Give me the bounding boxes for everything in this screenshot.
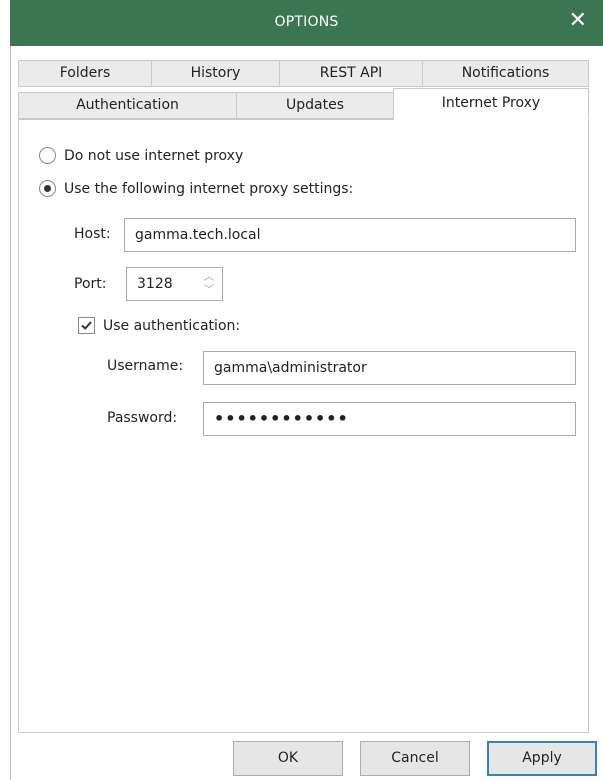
radio-use-proxy-label: Use the following internet proxy setting… [64, 180, 354, 197]
dialog-titlebar: OPTIONS ✕ [10, 0, 603, 46]
port-label: Port: [74, 276, 107, 292]
tab-internet-proxy[interactable]: Internet Proxy [393, 88, 589, 120]
check-icon [81, 321, 92, 330]
use-authentication-checkbox[interactable]: Use authentication: [78, 317, 240, 334]
radio-no-proxy-indicator[interactable] [39, 147, 56, 164]
tab-label: REST API [319, 65, 383, 81]
tab-history[interactable]: History [151, 60, 280, 87]
radio-use-proxy-indicator[interactable] [39, 180, 56, 197]
tab-authentication[interactable]: Authentication [18, 92, 237, 119]
apply-button[interactable]: Apply [487, 741, 597, 776]
tab-rest-api[interactable]: REST API [279, 60, 423, 87]
use-authentication-label: Use authentication: [103, 317, 241, 334]
tab-updates[interactable]: Updates [236, 92, 394, 119]
tab-folders[interactable]: Folders [18, 60, 152, 87]
username-input[interactable] [203, 351, 576, 385]
tab-label: Notifications [461, 65, 550, 81]
tab-notifications[interactable]: Notifications [422, 60, 589, 87]
chevron-up-icon[interactable]: ︿ [200, 271, 218, 284]
radio-no-proxy[interactable]: Do not use internet proxy [39, 147, 243, 164]
dialog-title: OPTIONS [274, 14, 339, 30]
chevron-down-icon[interactable]: ﹀ [200, 284, 218, 297]
password-label: Password: [107, 410, 178, 426]
username-label: Username: [107, 358, 184, 374]
cancel-button[interactable]: Cancel [360, 741, 470, 776]
tab-label: Updates [286, 97, 344, 113]
host-label: Host: [74, 226, 111, 242]
radio-use-proxy[interactable]: Use the following internet proxy setting… [39, 180, 353, 197]
password-input[interactable]: •••••••••••• [203, 402, 576, 436]
tab-label: Internet Proxy [441, 95, 541, 111]
tab-label: History [190, 65, 241, 81]
port-stepper-arrows: ︿ ﹀ [200, 271, 218, 297]
checkbox-indicator[interactable] [78, 317, 95, 334]
port-value: 3128 [137, 276, 173, 292]
ok-button[interactable]: OK [233, 741, 343, 776]
radio-no-proxy-label: Do not use internet proxy [64, 147, 244, 164]
port-stepper[interactable]: 3128 ︿ ﹀ [126, 267, 223, 301]
tab-label: Authentication [76, 97, 179, 113]
host-input[interactable] [124, 218, 576, 252]
close-icon[interactable]: ✕ [569, 10, 587, 32]
tab-label: Folders [59, 65, 111, 81]
